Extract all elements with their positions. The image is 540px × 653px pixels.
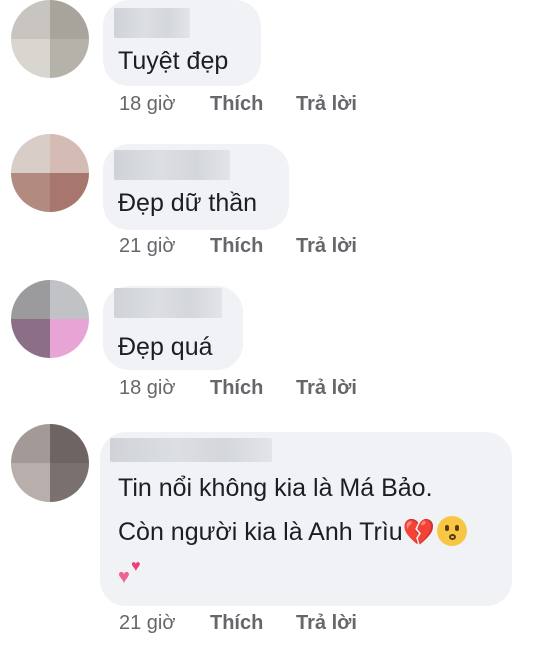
- like-link[interactable]: Thích: [210, 377, 263, 400]
- avatar-pixel: [11, 319, 50, 358]
- avatar[interactable]: [11, 280, 89, 358]
- author-name-blurred[interactable]: [114, 288, 222, 318]
- avatar-pixel: [11, 39, 50, 78]
- two-hearts-icon: ♥ ♥: [118, 558, 141, 588]
- timestamp[interactable]: 21 giờ: [119, 612, 175, 635]
- avatar-pixel: [11, 280, 50, 319]
- timestamp[interactable]: 21 giờ: [119, 235, 175, 258]
- comment-2: Đẹp dữ thần 21 giờ Thích Trả lời: [0, 134, 540, 264]
- comment-text: Đẹp dữ thần: [118, 189, 258, 217]
- comment-text: Tuyệt đẹp: [118, 47, 229, 75]
- avatar[interactable]: [11, 0, 89, 78]
- reply-link[interactable]: Trả lời: [296, 235, 357, 258]
- comment-meta: 21 giờ Thích Trả lời: [0, 235, 540, 261]
- avatar-pixel: [50, 0, 89, 39]
- timestamp[interactable]: 18 giờ: [119, 93, 175, 116]
- avatar-pixel: [50, 134, 89, 173]
- comment-4: Tin nổi không kia là Má Bảo. Còn người k…: [0, 424, 540, 653]
- avatar-pixel: [11, 173, 50, 212]
- avatar-pixel: [11, 463, 50, 502]
- like-link[interactable]: Thích: [210, 93, 263, 116]
- comment-3: Đẹp quá 18 giờ Thích Trả lời: [0, 280, 540, 410]
- avatar[interactable]: [11, 424, 89, 502]
- avatar-pixel: [50, 280, 89, 319]
- avatar[interactable]: [11, 134, 89, 212]
- avatar-pixel: [50, 319, 89, 358]
- comment-meta: 18 giờ Thích Trả lời: [0, 93, 540, 119]
- like-link[interactable]: Thích: [210, 235, 263, 258]
- comment-text-line-3: ♥ ♥: [118, 558, 150, 592]
- comment-1: Tuyệt đẹp 18 giờ Thích Trả lời: [0, 0, 540, 130]
- avatar-pixel: [11, 134, 50, 173]
- comment-text: Đẹp quá: [118, 333, 213, 361]
- reply-link[interactable]: Trả lời: [296, 377, 357, 400]
- reply-link[interactable]: Trả lời: [296, 93, 357, 116]
- author-name-blurred[interactable]: [110, 438, 272, 462]
- avatar-pixel: [50, 463, 89, 502]
- avatar-pixel: [50, 424, 89, 463]
- avatar-pixel: [50, 39, 89, 78]
- kissing-face-icon: [437, 516, 468, 547]
- comment-meta: 21 giờ Thích Trả lời: [0, 612, 540, 638]
- comment-text: Còn người kia là Anh Trìu: [118, 518, 403, 546]
- comment-meta: 18 giờ Thích Trả lời: [0, 377, 540, 403]
- comment-text-line-1: Tin nổi không kia là Má Bảo.: [118, 474, 433, 502]
- avatar-pixel: [11, 424, 50, 463]
- avatar-pixel: [11, 0, 50, 39]
- avatar-pixel: [50, 173, 89, 212]
- like-link[interactable]: Thích: [210, 612, 263, 635]
- author-name-blurred[interactable]: [114, 150, 230, 180]
- timestamp[interactable]: 18 giờ: [119, 377, 175, 400]
- comment-text-line-2: Còn người kia là Anh Trìu💔: [118, 514, 468, 551]
- broken-heart-icon: 💔: [402, 518, 436, 549]
- reply-link[interactable]: Trả lời: [296, 612, 357, 635]
- author-name-blurred[interactable]: [114, 8, 190, 38]
